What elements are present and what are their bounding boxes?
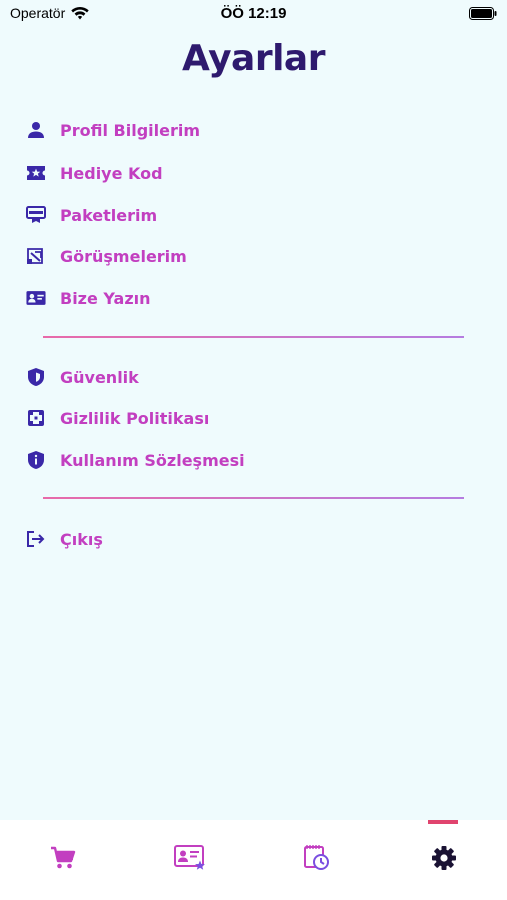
menu-item-calls[interactable]: Görüşmelerim <box>26 241 187 271</box>
menu-item-profile[interactable]: Profil Bilgilerim <box>26 115 200 145</box>
tab-settings[interactable] <box>381 820 507 900</box>
calendar-clock-icon <box>303 844 331 876</box>
menu-item-label: Kullanım Sözleşmesi <box>60 450 245 470</box>
section-divider <box>43 336 464 338</box>
menu-item-label: Görüşmelerim <box>60 246 187 266</box>
menu-item-contact[interactable]: Bize Yazın <box>26 283 151 313</box>
menu-item-label: Paketlerim <box>60 205 158 225</box>
clock: ÖÖ 12:19 <box>220 5 287 22</box>
card-icon <box>26 205 46 225</box>
menu-item-label: Bize Yazın <box>60 288 151 308</box>
menu-item-privacy[interactable]: Gizlilik Politikası <box>26 403 209 433</box>
page-title: Ayarlar <box>182 38 325 79</box>
section-divider <box>43 497 464 499</box>
call-history-icon <box>26 246 46 266</box>
menu-item-label: Profil Bilgilerim <box>60 120 201 140</box>
profile-card-star-icon <box>174 845 206 875</box>
menu-item-packages[interactable]: Paketlerim <box>26 200 157 230</box>
menu-item-gift-code[interactable]: Hediye Kod <box>26 158 163 188</box>
menu-item-logout[interactable]: Çıkış <box>26 524 103 554</box>
tab-cart[interactable] <box>0 820 126 900</box>
tab-profile-card[interactable] <box>127 820 253 900</box>
cart-icon <box>50 846 76 874</box>
tab-history[interactable] <box>254 820 380 900</box>
privacy-icon <box>26 408 46 428</box>
status-bar: Operatör ÖÖ 12:19 <box>0 0 507 30</box>
menu-item-label: Çıkış <box>60 529 103 549</box>
tab-bar <box>0 820 507 900</box>
person-icon <box>26 120 46 140</box>
menu-item-label: Hediye Kod <box>60 163 163 183</box>
menu-item-label: Gizlilik Politikası <box>60 408 210 428</box>
menu-item-security[interactable]: Güvenlik <box>26 362 139 392</box>
contact-card-icon <box>26 288 46 308</box>
info-shield-icon <box>26 450 46 470</box>
logout-icon <box>26 529 46 549</box>
menu-item-terms[interactable]: Kullanım Sözleşmesi <box>26 445 245 475</box>
shield-icon <box>26 367 46 387</box>
ticket-star-icon <box>26 163 46 183</box>
menu-item-label: Güvenlik <box>60 367 139 387</box>
gear-icon <box>431 845 457 875</box>
battery-icon <box>469 7 497 20</box>
